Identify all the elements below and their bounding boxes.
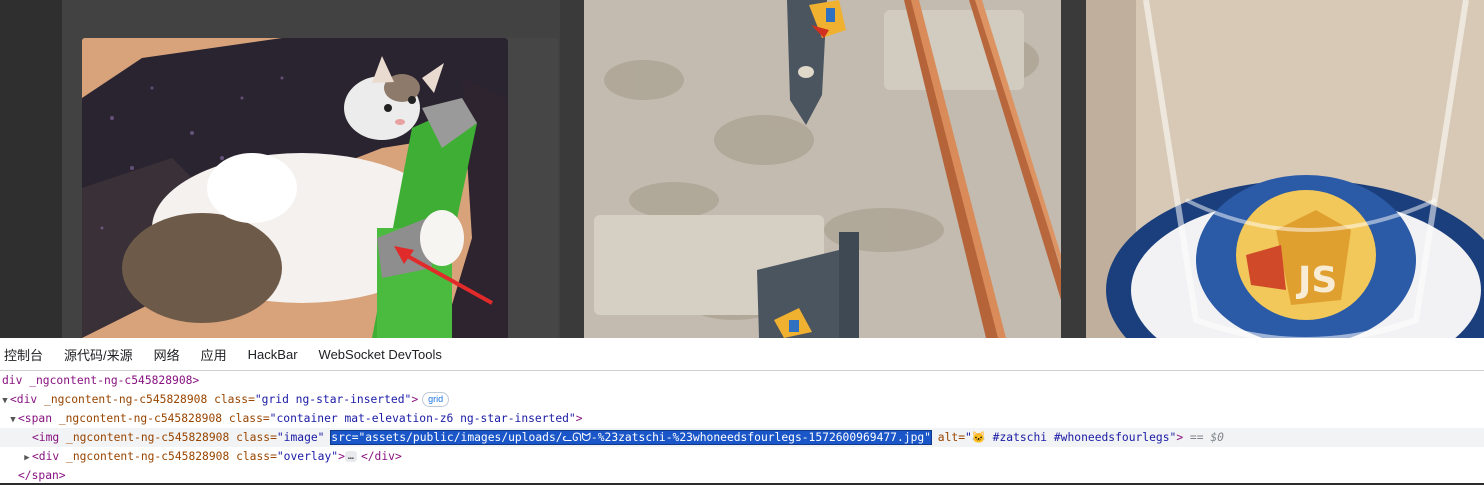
- dom-node-line[interactable]: ▼ <span _ngcontent-ng-c545828908 class="c…: [0, 409, 1484, 428]
- tab-hackbar[interactable]: HackBar: [246, 347, 300, 362]
- dom-token: _ngcontent-ng-c545828908: [66, 450, 237, 463]
- dom-token: <span: [18, 412, 59, 425]
- dom-token: >: [338, 450, 345, 463]
- dom-token: >: [575, 412, 583, 425]
- dom-token: <img: [32, 431, 67, 444]
- dom-token: "overlay": [276, 450, 339, 463]
- dom-token: >: [411, 393, 419, 406]
- tab-console[interactable]: 控制台: [2, 345, 45, 364]
- dom-token: _ngcontent-ng-c545828908: [44, 393, 215, 406]
- dom-token: "image": [276, 431, 332, 444]
- photo-wall-image[interactable]: [584, 0, 1061, 338]
- dom-node-line[interactable]: ▼ <div _ngcontent-ng-c545828908 class="gr…: [0, 390, 1484, 409]
- dom-token: "grid ng-star-inserted": [254, 393, 412, 406]
- dom-token: div _ngcontent-ng-c545828908>: [2, 374, 200, 387]
- dom-token: </div>: [360, 450, 402, 463]
- dom-token: == $0: [1189, 431, 1224, 444]
- tab-websocket-devtools[interactable]: WebSocket DevTools: [317, 347, 444, 362]
- svg-text:JS: JS: [1295, 260, 1337, 301]
- dom-token: "🐱 #zatschi #whoneedsfourlegs": [965, 431, 1177, 444]
- dom-token: class=: [214, 393, 255, 406]
- grid-badge[interactable]: grid: [422, 392, 450, 407]
- collapse-triangle-icon[interactable]: ▼: [8, 411, 18, 428]
- dom-token: "container mat-elevation-z6 ng-star-inse…: [269, 412, 576, 425]
- dom-token: <div: [10, 393, 45, 406]
- grid-gap: [560, 0, 584, 338]
- devtools-tab-bar: 控制台 源代码/来源 网络 应用 HackBar WebSocket DevTo…: [0, 338, 1484, 371]
- photo-glass-image[interactable]: JS: [1086, 0, 1484, 338]
- dom-token: >: [1176, 431, 1190, 444]
- dom-node-line[interactable]: div _ngcontent-ng-c545828908>: [0, 371, 1484, 390]
- collapse-triangle-icon[interactable]: ▼: [0, 392, 10, 409]
- grid-gap: [1061, 0, 1086, 338]
- dom-token: alt=: [930, 431, 965, 444]
- dom-token: </span>: [18, 469, 66, 482]
- dom-node-line[interactable]: </span>: [0, 466, 1484, 485]
- page-viewport: JS: [0, 0, 1484, 338]
- dom-tree: div _ngcontent-ng-c545828908> ▼ <div _ngco…: [0, 371, 1484, 485]
- dom-token: class=: [228, 412, 270, 425]
- dom-token: class=: [236, 450, 277, 463]
- selected-src-attribute[interactable]: src="assets/public/images/uploads/ᓚᘏᗢ-%2…: [330, 430, 932, 445]
- dom-token: <div: [32, 450, 67, 463]
- dom-node-line[interactable]: <img _ngcontent-ng-c545828908 class="ima…: [0, 428, 1484, 447]
- dom-token: _ngcontent-ng-c545828908: [66, 431, 237, 444]
- devtools-panel: 控制台 源代码/来源 网络 应用 HackBar WebSocket DevTo…: [0, 338, 1484, 483]
- dom-node-line[interactable]: ▶ <div _ngcontent-ng-c545828908 class="ov…: [0, 447, 1484, 466]
- dom-token: class=: [236, 431, 277, 444]
- expand-triangle-icon[interactable]: ▶: [22, 449, 32, 466]
- tab-sources[interactable]: 源代码/来源: [62, 345, 135, 364]
- collapsed-children-ellipsis[interactable]: …: [344, 451, 357, 462]
- page-left-margin: [0, 0, 62, 338]
- tab-network[interactable]: 网络: [152, 345, 182, 364]
- dom-token: _ngcontent-ng-c545828908: [58, 412, 229, 425]
- photo-cat-image[interactable]: [82, 38, 508, 338]
- tab-application[interactable]: 应用: [199, 345, 229, 364]
